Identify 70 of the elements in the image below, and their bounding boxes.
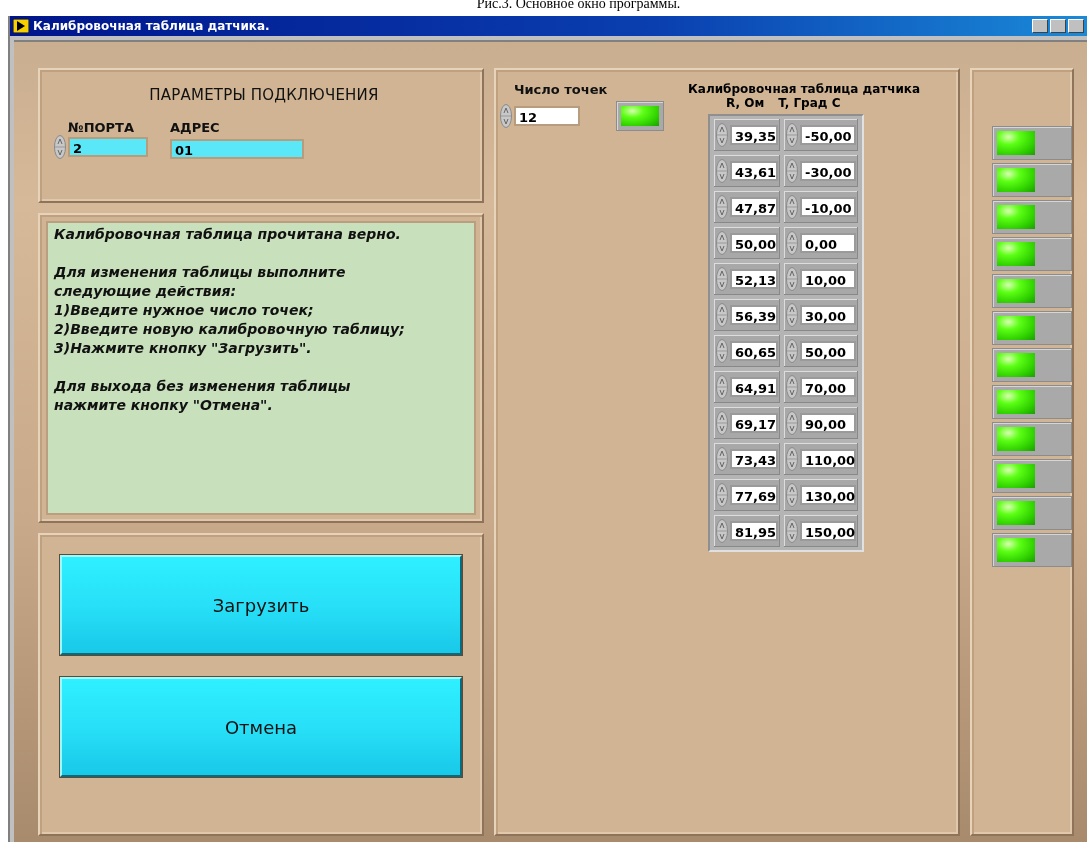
table-cell[interactable]: 90,00: [800, 413, 856, 433]
spinner-icon[interactable]: [716, 123, 728, 147]
message-line: 2)Введите новую калибровочную таблицу;: [54, 320, 406, 339]
spinner-icon[interactable]: [716, 483, 728, 507]
points-label: Число точек: [514, 82, 609, 97]
spinner-icon[interactable]: [500, 104, 512, 128]
table-cell[interactable]: 150,00: [800, 521, 856, 541]
table-cell[interactable]: 110,00: [800, 449, 856, 469]
table-cell[interactable]: 56,39: [730, 305, 778, 325]
spinner-icon[interactable]: [786, 411, 798, 435]
table-cell[interactable]: 39,35: [730, 125, 778, 145]
address-field[interactable]: 01: [170, 139, 304, 159]
spinner-icon[interactable]: [786, 195, 798, 219]
table-title: Калибровочная таблица датчика: [688, 82, 921, 96]
column-header: R, Ом: [726, 96, 765, 110]
app-icon: [13, 19, 29, 33]
message-line: Для изменения таблицы выполните следующие действия:: [54, 263, 347, 301]
table-cell[interactable]: 69,17: [730, 413, 778, 433]
table-cell[interactable]: 73,43: [730, 449, 778, 469]
table-cell[interactable]: 81,95: [730, 521, 778, 541]
message-line: 1)Введите нужное число точек;: [54, 301, 315, 320]
spinner-icon[interactable]: [716, 159, 728, 183]
table-cell[interactable]: 0,00: [800, 233, 856, 253]
table-cell[interactable]: 130,00: [800, 485, 856, 505]
table-cell[interactable]: 50,00: [800, 341, 856, 361]
address-label: АДРЕС: [170, 120, 221, 135]
table-cell[interactable]: 50,00: [730, 233, 778, 253]
table-cell[interactable]: 64,91: [730, 377, 778, 397]
spinner-icon[interactable]: [716, 267, 728, 291]
spinner-icon[interactable]: [786, 447, 798, 471]
table-cell[interactable]: 52,13: [730, 269, 778, 289]
table-cell[interactable]: 43,61: [730, 161, 778, 181]
action-button[interactable]: Загрузить: [60, 555, 462, 655]
port-label: №ПОРТА: [68, 120, 136, 135]
spinner-icon[interactable]: [716, 303, 728, 327]
message-line: 3)Нажмите кнопку "Загрузить".: [54, 339, 313, 358]
spinner-icon[interactable]: [786, 519, 798, 543]
column-header: T, Град С: [778, 96, 841, 110]
spinner-icon[interactable]: [786, 231, 798, 255]
spinner-icon[interactable]: [54, 135, 66, 159]
spinner-icon[interactable]: [716, 411, 728, 435]
table-cell[interactable]: 30,00: [800, 305, 856, 325]
spinner-icon[interactable]: [716, 195, 728, 219]
table-cell[interactable]: 10,00: [800, 269, 856, 289]
spinner-icon[interactable]: [716, 519, 728, 543]
table-cell[interactable]: 70,00: [800, 377, 856, 397]
table-cell[interactable]: 77,69: [730, 485, 778, 505]
spinner-icon[interactable]: [716, 375, 728, 399]
spinner-icon[interactable]: [786, 483, 798, 507]
spinner-icon[interactable]: [786, 123, 798, 147]
panel-title: ПАРАМЕТРЫ ПОДКЛЮЧЕНИЯ: [148, 86, 380, 104]
action-button[interactable]: Отмена: [60, 677, 462, 777]
spinner-icon[interactable]: [786, 339, 798, 363]
spinner-icon[interactable]: [786, 303, 798, 327]
message-line: Калибровочная таблица прочитана верно.: [54, 225, 402, 244]
table-cell[interactable]: -10,00: [800, 197, 856, 217]
table-cell[interactable]: -30,00: [800, 161, 856, 181]
table-cell[interactable]: 47,87: [730, 197, 778, 217]
message-line: Для выхода без изменения таблицы нажмите кнопку "Отмена".: [54, 377, 352, 415]
spinner-icon[interactable]: [786, 267, 798, 291]
spinner-icon[interactable]: [716, 231, 728, 255]
window-title: Калибровочная таблица датчика.: [33, 19, 271, 33]
spinner-icon[interactable]: [716, 339, 728, 363]
points-field[interactable]: 12: [514, 106, 580, 126]
spinner-icon[interactable]: [716, 447, 728, 471]
port-field[interactable]: 2: [68, 137, 148, 157]
table-cell[interactable]: -50,00: [800, 125, 856, 145]
spinner-icon[interactable]: [786, 375, 798, 399]
table-cell[interactable]: 60,65: [730, 341, 778, 361]
spinner-icon[interactable]: [786, 159, 798, 183]
